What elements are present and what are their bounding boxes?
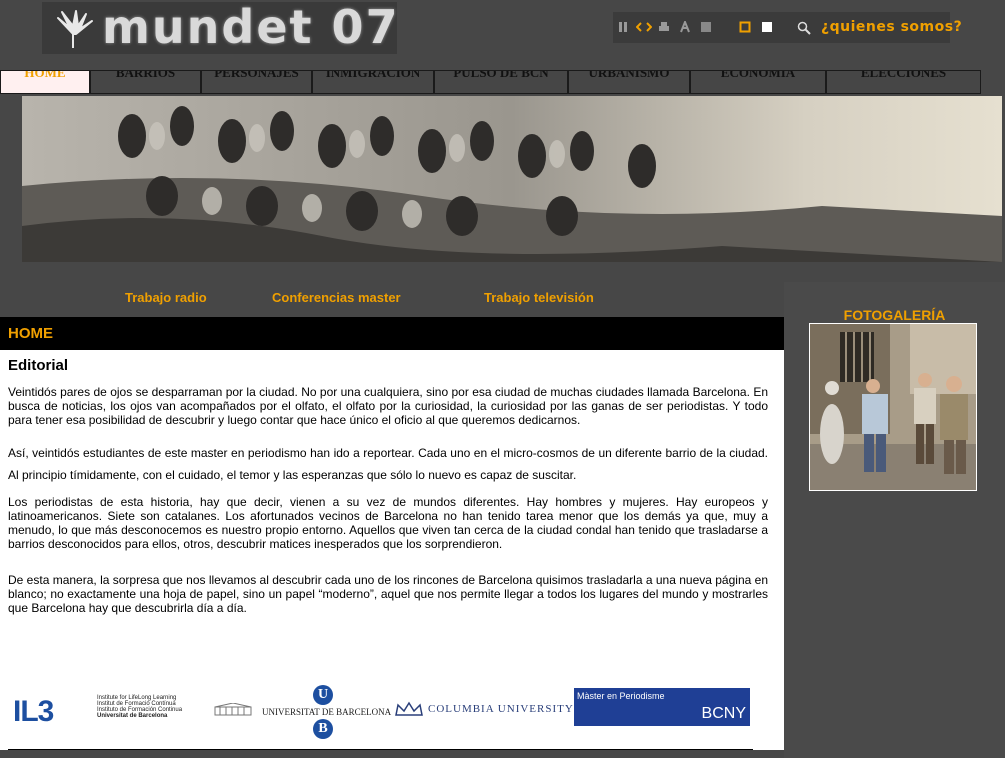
section-header: HOME <box>0 317 784 350</box>
nav-inmigracion[interactable]: INMIGRACION <box>312 70 434 94</box>
main-nav: HOME BARRIOS PERSONAJES INMIGRACION PULS… <box>0 70 981 94</box>
logo-text: mundet 07 <box>102 0 400 54</box>
section-title: HOME <box>8 325 53 342</box>
crown-icon <box>395 701 423 716</box>
paragraph: Veintidós pares de ojos se desparraman p… <box>8 385 768 427</box>
site-logo[interactable]: mundet 07 <box>42 0 400 54</box>
stop-icon[interactable] <box>700 21 712 33</box>
columbia-logo[interactable]: COLUMBIA UNIVERSITY <box>428 703 574 715</box>
paragraph: De esta manera, la sorpresa que nos llev… <box>8 573 768 615</box>
print-icon[interactable] <box>658 21 670 33</box>
divider <box>8 749 753 750</box>
main-content: Editorial Veintidós pares de ojos se des… <box>0 350 784 750</box>
link-conferencias-master[interactable]: Conferencias master <box>272 290 401 305</box>
nav-barrios[interactable]: BARRIOS <box>90 70 201 94</box>
ub-logo[interactable]: UNIVERSITAT DE BARCELONA <box>262 707 391 717</box>
nav-economia[interactable]: ECONOMIA <box>690 70 826 94</box>
building-icon <box>214 703 252 716</box>
master-title: Màster en Periodisme <box>577 691 665 701</box>
header-banner-image <box>22 96 1002 262</box>
pause-icon[interactable] <box>617 21 629 33</box>
square-outline-icon[interactable] <box>739 21 751 33</box>
il3-institute-text: Institute for LifeLong Learning Institut… <box>97 695 183 719</box>
square-icon[interactable] <box>761 21 773 33</box>
link-trabajo-television[interactable]: Trabajo televisión <box>484 290 594 305</box>
master-bcny-logo[interactable]: Màster en Periodisme BCNY <box>574 688 750 726</box>
code-icon[interactable] <box>636 21 652 33</box>
paragraph: Así, veintidós estudiantes de este maste… <box>8 446 768 482</box>
leaf-icon <box>57 10 93 48</box>
partner-logos: IL3 Institute for LifeLong Learning Inst… <box>8 683 768 745</box>
sidebar: FOTOGALERÍA <box>784 282 1005 758</box>
il3-logo[interactable]: IL3 <box>13 695 54 729</box>
master-code: BCNY <box>701 705 746 722</box>
nav-urbanismo[interactable]: URBANISMO <box>568 70 690 94</box>
page-title: Editorial <box>8 357 69 374</box>
ub-b-emblem: B <box>313 719 333 739</box>
nav-pulso-de-bcn[interactable]: PULSO DE BCN <box>434 70 568 94</box>
toolbar: ¿quienes somos? <box>613 12 962 43</box>
gallery-photo[interactable] <box>809 323 977 491</box>
about-link[interactable]: ¿quienes somos? <box>821 19 962 35</box>
paragraph: Los periodistas de esta historia, hay qu… <box>8 495 768 551</box>
ub-u-emblem: U <box>313 685 333 705</box>
font-icon[interactable] <box>679 21 691 33</box>
search-icon[interactable] <box>797 21 811 35</box>
link-trabajo-radio[interactable]: Trabajo radio <box>125 290 207 305</box>
nav-elecciones[interactable]: ELECCIONES <box>826 70 981 94</box>
nav-home[interactable]: HOME <box>0 70 90 94</box>
nav-personajes[interactable]: PERSONAJES <box>201 70 312 94</box>
sidebar-title[interactable]: FOTOGALERÍA <box>784 307 1005 323</box>
